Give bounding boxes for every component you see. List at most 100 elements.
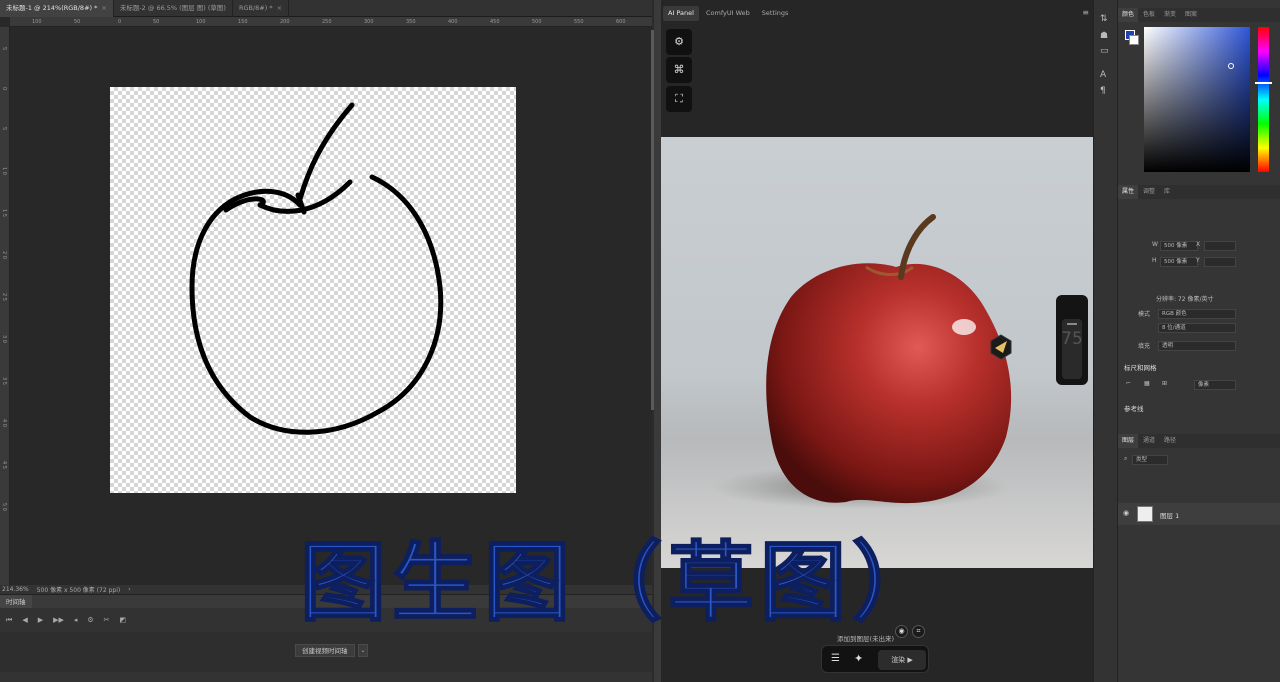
height-field[interactable]: 500 像素 [1160, 257, 1198, 267]
color-picker-field[interactable] [1144, 27, 1250, 172]
chevron-down-icon[interactable]: ⌄ [358, 644, 368, 657]
ai-action-bar: ☰ ✦ 渲染 ▶ [821, 645, 929, 673]
list-icon[interactable]: ☰ [831, 653, 840, 664]
strength-value: 75 [1061, 329, 1083, 349]
background-color-swatch[interactable] [1129, 35, 1139, 45]
tab-properties[interactable]: 属性 [1118, 185, 1139, 199]
ruler-tick: 600 [616, 19, 626, 25]
scissors-icon[interactable]: ✂ [104, 616, 110, 624]
color-picker-handle[interactable] [1228, 63, 1234, 69]
ruler-tick: 500 [532, 19, 542, 25]
ruler-tick: 4 0 [1, 419, 7, 427]
x-field[interactable] [1204, 241, 1236, 251]
ruler-icon[interactable]: ⌐ [1126, 380, 1131, 387]
nodes-icon[interactable]: ⌘ [666, 57, 692, 83]
gear-icon[interactable]: ⚙ [666, 29, 692, 55]
doc-tab-1[interactable]: 未标题-1 @ 214%(RGB/8#) * × [0, 0, 114, 17]
color-panel-tabs: 颜色 色板 渐变 图案 [1118, 8, 1280, 22]
generated-image[interactable]: 75 [661, 137, 1093, 568]
mode-select[interactable]: RGB 颜色 [1158, 309, 1236, 319]
bit-depth-select[interactable]: 8 位/通道 [1158, 323, 1236, 333]
tab-paths[interactable]: 路径 [1160, 434, 1180, 448]
artboard[interactable] [110, 87, 516, 493]
apple-sketch [189, 102, 444, 435]
render-button[interactable]: 渲染 ▶ [878, 650, 926, 670]
hue-slider-handle[interactable] [1255, 82, 1272, 84]
adjust-icon[interactable]: ⇅ [1100, 14, 1108, 24]
ruler-tick: 1 5 [1, 209, 7, 217]
character-icon[interactable]: A [1100, 70, 1106, 80]
tab-comfyui-web[interactable]: ComfyUI Web [701, 6, 755, 21]
tab-swatches[interactable]: 色板 [1139, 8, 1159, 22]
fill-label: 填充 [1138, 343, 1151, 350]
y-label: Y [1196, 257, 1200, 264]
ruler-tick: 4 5 [1, 461, 7, 469]
paragraph-icon[interactable]: ¶ [1100, 86, 1106, 96]
y-field[interactable] [1204, 257, 1236, 267]
gear-icon[interactable]: ⚙ [87, 616, 93, 624]
sparkle-icon[interactable]: ✦ [854, 652, 863, 665]
transition-icon[interactable]: ◩ [120, 616, 127, 624]
ruler-tick: 50 [153, 19, 160, 25]
ruler-tick: 0 [118, 19, 122, 25]
menu-icon[interactable]: ≡ [1082, 8, 1089, 17]
layer-row[interactable]: ◉ 图层 1 [1118, 503, 1280, 525]
ruler-tick: 0 [1, 87, 7, 91]
tab-settings[interactable]: Settings [757, 6, 794, 21]
mode-label: 模式 [1138, 311, 1151, 318]
layer-filter-select[interactable]: 类型 [1132, 455, 1168, 465]
ruler-unit-select[interactable]: 像素 [1194, 380, 1236, 390]
tab-color[interactable]: 颜色 [1118, 8, 1139, 22]
audio-icon[interactable]: ◂ [74, 616, 78, 624]
document-tabs: 未标题-1 @ 214%(RGB/8#) * × 未标题-2 @ 66.5% (图… [0, 0, 652, 17]
ruler-tick: 150 [238, 19, 248, 25]
doc-tab-2[interactable]: 未标题-2 @ 66.5% (图层 图) (草图) [114, 0, 233, 17]
ruler-tick: 5 [1, 127, 7, 131]
tab-patterns[interactable]: 图案 [1181, 8, 1201, 22]
ruler-grid-section-title[interactable]: 标尺和网格 [1124, 362, 1157, 372]
guides-icon[interactable]: ⊞ [1162, 380, 1167, 387]
create-video-timeline-button[interactable]: 创建视频时间轴 [295, 644, 355, 657]
width-field[interactable]: 500 像素 [1160, 241, 1198, 251]
hue-slider[interactable] [1258, 27, 1269, 172]
canvas-area[interactable] [10, 28, 650, 584]
ruler-tick: 3 0 [1, 335, 7, 343]
resolution-text: 分辨率: 72 像素/英寸 [1156, 296, 1214, 303]
tab-gradients[interactable]: 渐变 [1160, 8, 1180, 22]
layer-thumbnail [1137, 506, 1153, 522]
tab-libraries[interactable]: 库 [1160, 185, 1174, 199]
status-arrow-icon[interactable]: › [128, 586, 130, 593]
doc-tab-label: 未标题-2 @ 66.5% (图层 图) (草图) [119, 4, 226, 12]
next-frame-icon[interactable]: ▶▶ [53, 616, 64, 624]
fill-select[interactable]: 透明 [1158, 341, 1236, 351]
left-footer [0, 672, 652, 682]
doc-tab-3[interactable]: RGB/8#) * × [233, 0, 290, 17]
zoom-level[interactable]: 214.36% [2, 586, 29, 593]
tab-layers[interactable]: 图层 [1118, 434, 1139, 448]
tab-adjustments[interactable]: 调整 [1139, 185, 1159, 199]
strength-slider[interactable]: 75 [1056, 295, 1088, 385]
grid-icon[interactable]: ▦ [1144, 380, 1150, 387]
eye-icon[interactable]: ◉ [1123, 509, 1129, 517]
first-frame-icon[interactable]: ⏮ [6, 616, 12, 625]
doc-tab-label: RGB/8#) * [238, 4, 273, 12]
guides-section-title[interactable]: 参考线 [1124, 403, 1144, 413]
strength-handle[interactable] [1067, 323, 1077, 325]
tab-ai-panel[interactable]: AI Panel [663, 6, 699, 21]
caption-text: 图生图（草图） [300, 533, 944, 633]
play-icon[interactable]: ▶ [38, 616, 43, 624]
tab-channels[interactable]: 通道 [1139, 434, 1159, 448]
ruler-tick: 2 5 [1, 293, 7, 301]
ruler-tick: 100 [32, 19, 42, 25]
library-icon[interactable]: ☗ [1100, 31, 1108, 41]
strength-track[interactable] [1062, 319, 1082, 379]
close-icon[interactable]: × [277, 4, 282, 12]
horizontal-ruler: 100 50 0 50 100 150 200 250 300 350 400 … [10, 17, 652, 27]
ruler-tick: 3 5 [1, 377, 7, 385]
tab-timeline[interactable]: 时间轴 [0, 595, 32, 609]
close-icon[interactable]: × [101, 4, 106, 12]
prev-frame-icon[interactable]: ◀ [22, 616, 27, 624]
comment-icon[interactable]: ▭ [1100, 46, 1109, 56]
fullscreen-icon[interactable]: ⛶ [666, 86, 692, 112]
layer-name[interactable]: 图层 1 [1160, 510, 1179, 520]
